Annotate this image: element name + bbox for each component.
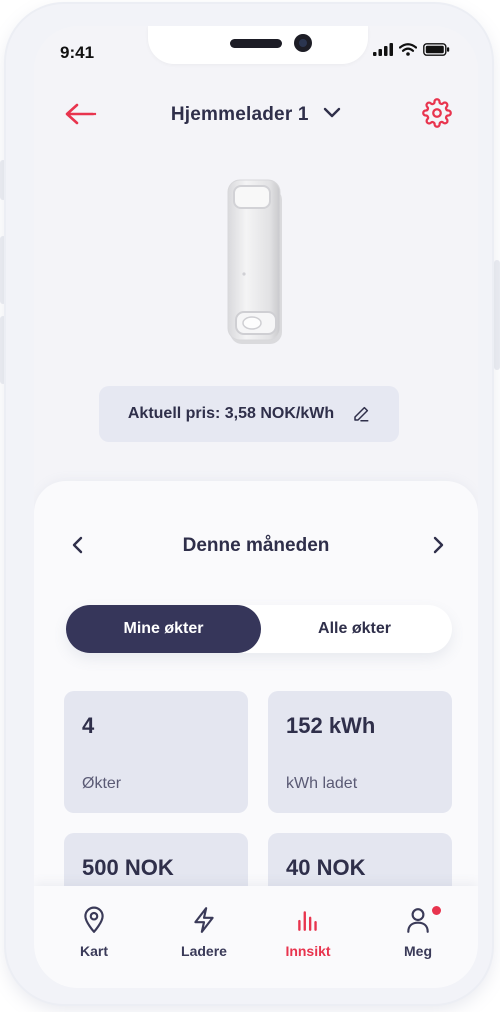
phone-frame: 9:41 Hjemmelader 1 Aktuell pris: 3,58 NO… <box>6 4 492 1004</box>
period-label: Denne måneden <box>182 535 330 556</box>
chevron-right-icon <box>433 536 444 554</box>
stat-value: 152 kWh <box>286 713 376 738</box>
stat-caption: Økter <box>82 775 122 792</box>
my-sessions-tab[interactable]: Mine økter <box>66 605 261 653</box>
status-icons <box>373 43 450 56</box>
app-screen: 9:41 Hjemmelader 1 Aktuell pris: 3,58 NO… <box>34 26 478 988</box>
sessions-toggle: Mine økter Alle økter <box>66 605 452 653</box>
lightning-icon <box>194 907 214 933</box>
front-camera <box>294 34 312 52</box>
charger-selector[interactable]: Hjemmelader 1 <box>34 104 478 126</box>
stat-value: 500 NOK <box>82 855 174 880</box>
tab-bar: Kart Ladere Innsikt Meg <box>34 886 478 988</box>
stat-caption: kWh ladet <box>286 775 358 792</box>
tab-ladere[interactable]: Ladere <box>154 906 254 959</box>
all-sessions-tab[interactable]: Alle økter <box>257 605 452 653</box>
stat-value: 40 NOK <box>286 855 366 880</box>
battery-icon <box>423 43 450 56</box>
signal-icon <box>373 43 393 56</box>
stat-tile-sessions: 4 Økter <box>64 691 248 813</box>
tab-innsikt[interactable]: Innsikt <box>258 906 358 959</box>
current-price-label: Aktuell pris: 3,58 NOK/kWh <box>127 405 335 422</box>
pencil-icon <box>354 406 369 422</box>
phone-side-button <box>494 260 500 370</box>
chevron-down-icon <box>323 105 341 123</box>
settings-button[interactable] <box>422 98 452 133</box>
wifi-icon <box>399 43 417 56</box>
map-pin-icon <box>84 906 104 933</box>
status-time: 9:41 <box>60 43 95 62</box>
tab-meg[interactable]: Meg <box>368 906 468 959</box>
tab-label: Ladere <box>181 943 227 959</box>
next-period-button[interactable] <box>430 533 446 562</box>
notification-dot <box>432 906 441 915</box>
top-bar: Hjemmelader 1 <box>34 98 478 133</box>
stat-tile-energy: 152 kWh kWh ladet <box>268 691 452 813</box>
charger-image <box>224 174 286 355</box>
period-selector: Denne måneden <box>34 531 478 561</box>
tab-kart[interactable]: Kart <box>44 906 144 959</box>
speaker <box>230 39 282 48</box>
current-price-button[interactable]: Aktuell pris: 3,58 NOK/kWh <box>99 386 399 442</box>
bar-chart-icon <box>298 911 317 931</box>
stat-value: 4 <box>82 713 95 738</box>
user-icon <box>407 908 429 933</box>
tab-label: Innsikt <box>285 943 331 959</box>
tab-label: Meg <box>404 943 432 959</box>
tab-label: Kart <box>79 943 108 959</box>
notch <box>148 26 368 64</box>
page-title: Hjemmelader 1 <box>170 104 309 125</box>
gear-icon <box>422 98 452 128</box>
